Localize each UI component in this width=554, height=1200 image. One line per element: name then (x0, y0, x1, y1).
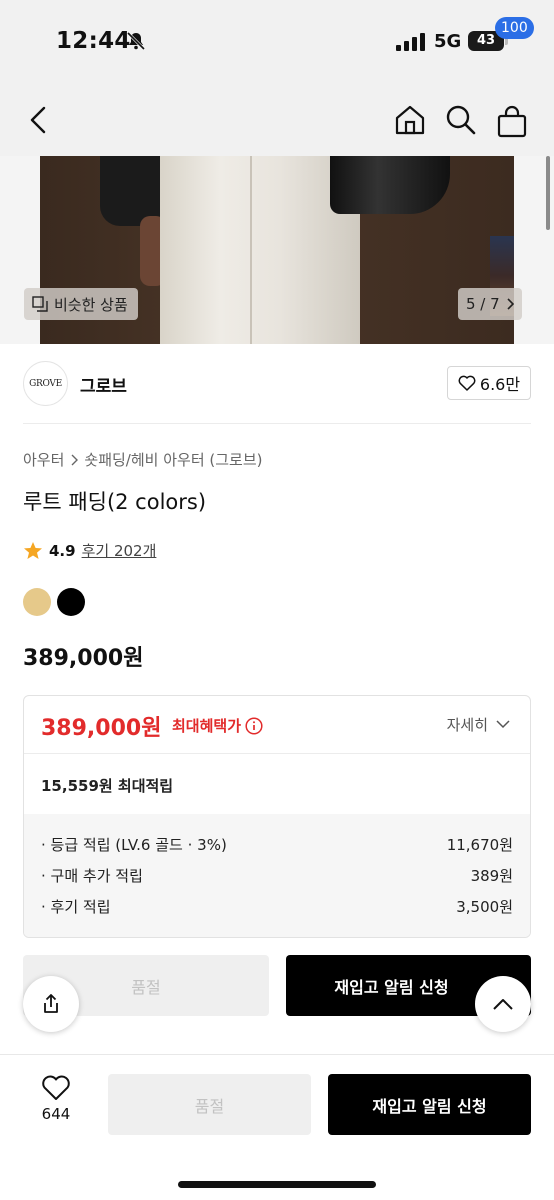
home-indicator (178, 1181, 376, 1188)
points-row-value: 389원 (470, 867, 513, 885)
product-title: 루트 패딩(2 colors) (23, 490, 207, 514)
points-total: 15,559원 최대적립 (41, 777, 174, 795)
points-row-label: · 구매 추가 적립 (41, 867, 143, 885)
bell-off-icon (126, 31, 146, 51)
breadcrumb-subcategory[interactable]: 숏패딩/헤비 아우터 (그로브) (84, 449, 262, 470)
points-row: · 등급 적립 (LV.6 골드 · 3%) 11,670원 (41, 834, 513, 865)
image-pager[interactable]: 5 / 7 (458, 288, 522, 320)
similar-products-button[interactable]: 비슷한 상품 (24, 288, 138, 320)
breadcrumb: 아우터 숏패딩/헤비 아우터 (그로브) (23, 449, 263, 470)
similar-products-label: 비슷한 상품 (54, 295, 128, 314)
scroll-to-top-button[interactable] (475, 976, 531, 1032)
points-breakdown: · 등급 적립 (LV.6 골드 · 3%) 11,670원 · 구매 추가 적… (24, 814, 530, 937)
share-icon (44, 994, 58, 1013)
color-swatches (23, 588, 85, 616)
breadcrumb-category[interactable]: 아우터 (23, 449, 64, 470)
photo-pants-crease (250, 156, 252, 344)
max-benefit-label: 최대혜택가 (172, 717, 242, 735)
benefit-box: 389,000원 최대혜택가 자세히 15,559원 최대적립 · 등급 적립 … (23, 695, 531, 938)
info-icon[interactable] (245, 716, 263, 735)
home-icon[interactable] (392, 102, 428, 138)
color-swatch-beige[interactable] (23, 588, 51, 616)
brand-row[interactable]: GROVE 그로브 6.6만 (0, 344, 554, 424)
points-row-label: · 등급 적립 (LV.6 골드 · 3%) (41, 836, 227, 854)
heart-icon (42, 1075, 70, 1100)
detail-button[interactable]: 자세히 (447, 714, 510, 735)
photo-jacket-right (330, 156, 450, 214)
cart-icon[interactable] (494, 104, 530, 140)
network-type: 5G (434, 31, 462, 52)
heart-icon (458, 375, 476, 391)
points-row-label: · 후기 적립 (41, 898, 111, 916)
benefit-header[interactable]: 389,000원 최대혜택가 자세히 (24, 696, 530, 754)
back-icon[interactable] (24, 102, 56, 138)
top-nav (0, 84, 554, 156)
chevron-down-icon (496, 720, 510, 729)
chevron-up-icon (493, 999, 513, 1010)
brand-like-count: 6.6만 (479, 375, 521, 394)
points-row-value: 3,500원 (456, 898, 513, 916)
benefit-label-wrap: 최대혜택가 (172, 715, 263, 736)
similar-icon (32, 296, 48, 312)
points-row: · 후기 적립 3,500원 (41, 896, 513, 927)
scrollbar[interactable] (546, 156, 550, 230)
points-row-value: 11,670원 (446, 836, 513, 854)
bottom-action-bar: 644 품절 재입고 알림 신청 (0, 1054, 554, 1200)
benefit-price: 389,000원 (41, 716, 162, 741)
restock-alert-button[interactable]: 재입고 알림 신청 (328, 1074, 531, 1135)
rating-row: 4.9 후기 202개 (23, 540, 156, 561)
status-bar: 12:44 5G 43 (0, 0, 554, 84)
product-image-carousel[interactable]: 비슷한 상품 5 / 7 (0, 156, 554, 344)
page-indicator: 5 / 7 (466, 295, 500, 313)
product-like-count: 644 (41, 1105, 71, 1123)
review-link[interactable]: 후기 202개 (82, 540, 157, 561)
color-swatch-black[interactable] (57, 588, 85, 616)
product-price: 389,000원 (23, 646, 144, 671)
divider (23, 423, 531, 424)
chevron-right-icon (507, 298, 514, 310)
cart-badge[interactable]: 100 (495, 17, 534, 39)
chevron-right-icon (71, 454, 79, 465)
points-row: · 구매 추가 적립 389원 (41, 865, 513, 896)
brand-name[interactable]: 그로브 (80, 372, 127, 397)
star-icon (24, 541, 42, 559)
status-time: 12:44 (56, 28, 131, 54)
signal-icon (396, 33, 425, 51)
share-button[interactable] (23, 976, 79, 1032)
brand-like-button[interactable]: 6.6만 (447, 366, 531, 400)
product-like-button[interactable]: 644 (34, 1075, 78, 1123)
brand-logo[interactable]: GROVE (23, 361, 68, 406)
soldout-button: 품절 (108, 1074, 311, 1135)
detail-label: 자세히 (446, 716, 488, 734)
rating-score: 4.9 (49, 541, 76, 560)
search-icon[interactable] (443, 102, 479, 138)
